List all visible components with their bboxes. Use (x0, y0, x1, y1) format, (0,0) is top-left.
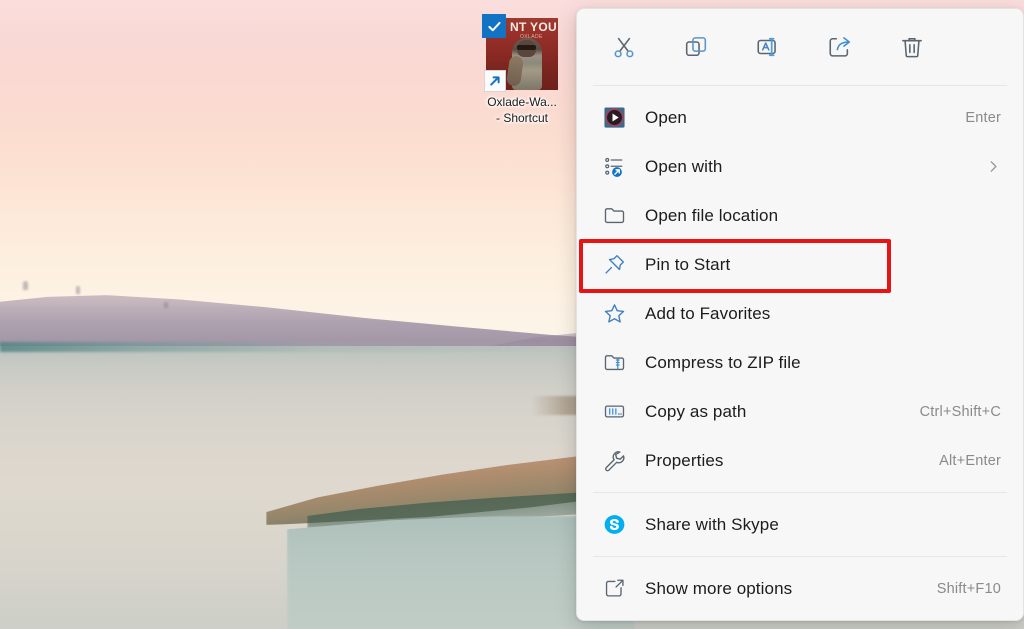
media-player-icon (601, 105, 627, 131)
scissors-icon (611, 34, 637, 60)
wallpaper-tree-1 (22, 280, 28, 290)
menu-item-label: Show more options (645, 578, 793, 598)
star-icon (601, 301, 627, 327)
menu-item-open-with[interactable]: Open with (577, 142, 1023, 191)
menu-item-add-to-favorites[interactable]: Add to Favorites (577, 289, 1023, 338)
menu-item-label: Pin to Start (645, 254, 731, 274)
menu-item-label: Copy as path (645, 401, 747, 421)
wrench-icon (601, 448, 627, 474)
menu-item-accelerator: Shift+F10 (936, 580, 1001, 597)
thumbnail-title-text: NT YOU (510, 20, 557, 34)
wallpaper-tree-2 (75, 285, 80, 294)
copy-path-icon (601, 399, 627, 425)
shortcut-arrow-badge-icon (484, 70, 506, 92)
menu-item-properties[interactable]: Properties Alt+Enter (577, 436, 1023, 485)
trash-icon (899, 34, 925, 60)
thumbnail-sunglasses (517, 45, 536, 50)
thumbnail-subtitle-text: OXLADE (520, 34, 543, 40)
menu-item-label: Open (645, 107, 687, 127)
shortcut-thumbnail-wrap: NT YOU OXLADE (482, 14, 558, 92)
rename-button[interactable] (747, 26, 789, 68)
cut-button[interactable] (603, 26, 645, 68)
open-with-icon (601, 154, 627, 180)
menu-item-pin-to-start[interactable]: Pin to Start (577, 240, 1023, 289)
menu-item-show-more-options[interactable]: Show more options Shift+F10 (577, 564, 1023, 613)
menu-item-accelerator: Ctrl+Shift+C (919, 403, 1001, 420)
more-options-icon (601, 576, 627, 602)
rename-icon (755, 34, 781, 60)
copy-button[interactable] (675, 26, 717, 68)
context-menu-toolbar (577, 9, 1023, 85)
wallpaper-tree-3 (163, 301, 168, 308)
menu-item-share-with-skype[interactable]: Share with Skype (577, 500, 1023, 549)
desktop-screen: NT YOU OXLADE Oxlade-Wa... - Shortcut Op… (0, 0, 1024, 629)
wallpaper-shoreline (0, 342, 635, 353)
folder-icon (601, 203, 627, 229)
menu-item-copy-as-path[interactable]: Copy as path Ctrl+Shift+C (577, 387, 1023, 436)
shortcut-label: Oxlade-Wa... - Shortcut (466, 94, 578, 126)
zip-folder-icon (601, 350, 627, 376)
delete-button[interactable] (891, 26, 933, 68)
desktop-shortcut-oxlade[interactable]: NT YOU OXLADE Oxlade-Wa... - Shortcut (466, 14, 578, 126)
menu-item-label: Share with Skype (645, 514, 779, 534)
menu-item-open-file-location[interactable]: Open file location (577, 191, 1023, 240)
shortcut-label-line1: Oxlade-Wa... (487, 95, 557, 109)
menu-item-label: Open file location (645, 205, 779, 225)
menu-item-compress-to-zip[interactable]: Compress to ZIP file (577, 338, 1023, 387)
menu-item-accelerator: Alt+Enter (939, 452, 1001, 469)
share-button[interactable] (819, 26, 861, 68)
pin-icon (601, 252, 627, 278)
share-icon (827, 34, 853, 60)
check-badge-icon (482, 14, 506, 38)
menu-item-label: Add to Favorites (645, 303, 771, 323)
menu-item-label: Open with (645, 156, 723, 176)
copy-icon (683, 34, 709, 60)
menu-item-label: Properties (645, 450, 724, 470)
menu-item-accelerator: Enter (965, 109, 1001, 126)
skype-icon (601, 512, 627, 538)
menu-item-label: Compress to ZIP file (645, 352, 801, 372)
context-menu: Open Enter Open with Open file location … (576, 8, 1024, 621)
shortcut-label-line2: - Shortcut (495, 111, 549, 125)
chevron-right-icon (986, 159, 1001, 174)
menu-item-open[interactable]: Open Enter (577, 93, 1023, 142)
